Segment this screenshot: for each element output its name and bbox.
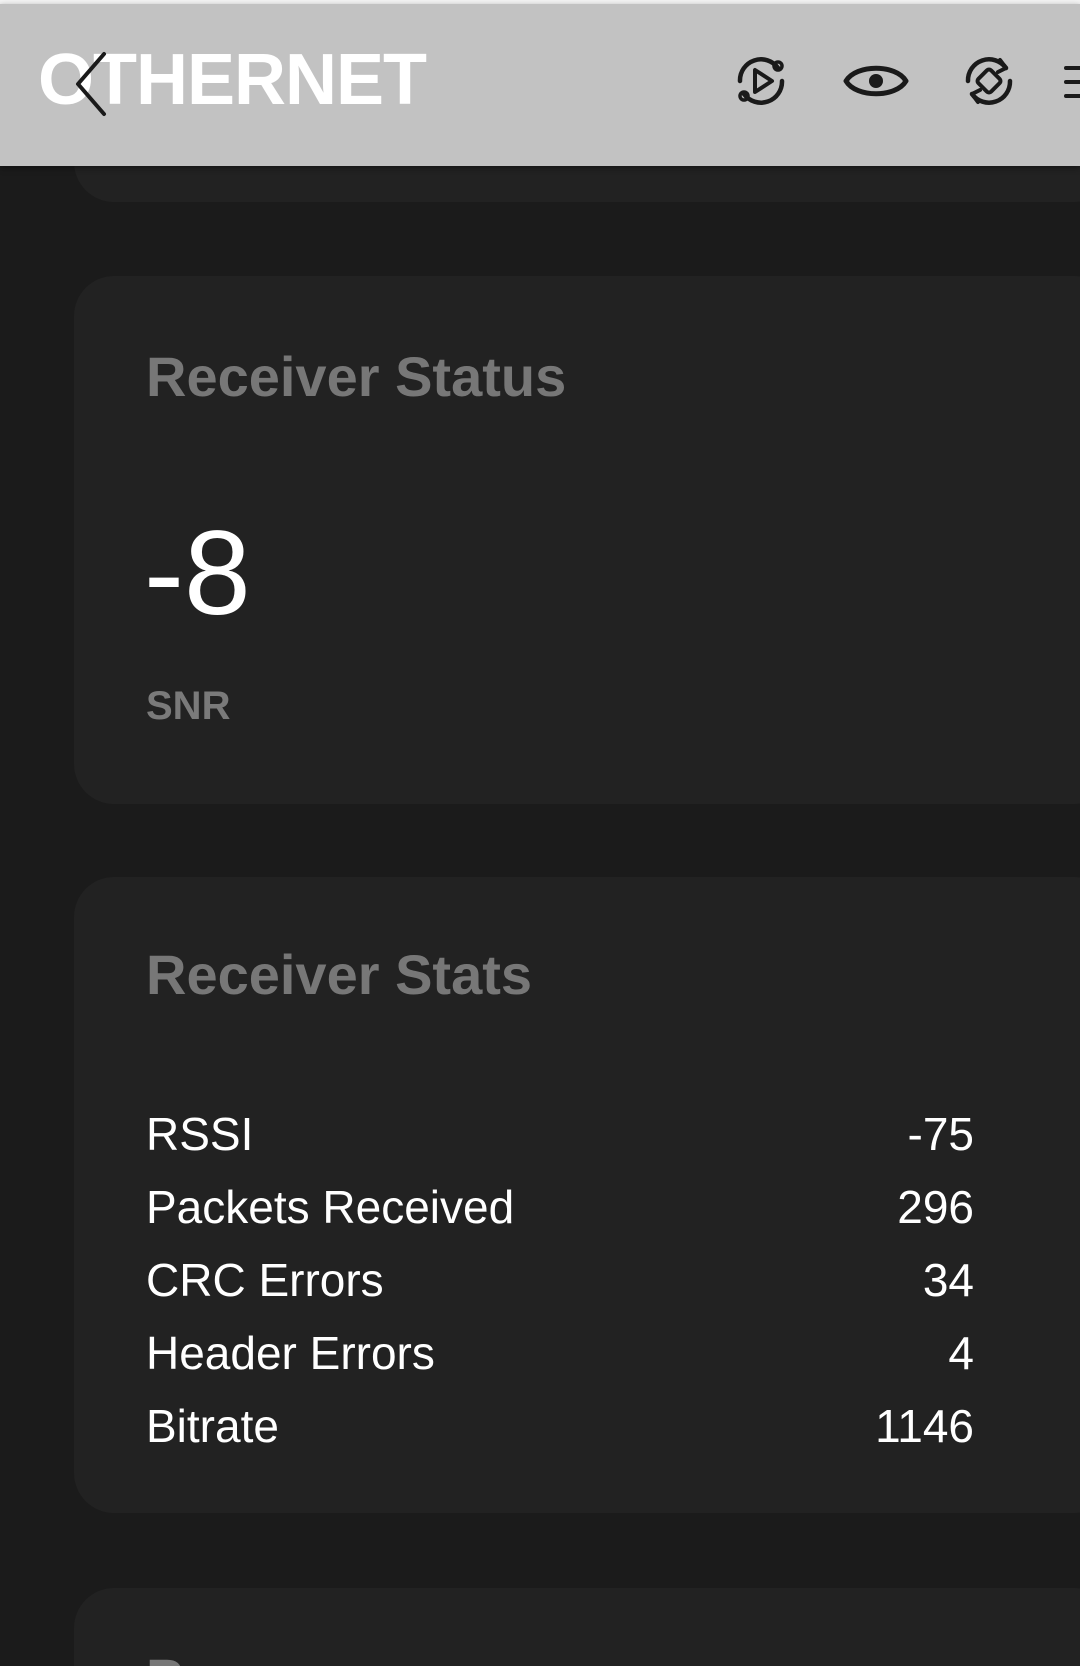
stat-label: Header Errors [146,1326,435,1379]
play-sync-icon [737,57,785,105]
stat-value: 296 [897,1180,974,1233]
receiver-stats-title: Receiver Stats [146,943,533,1006]
sync-diamond-icon [965,57,1013,105]
stat-label: Bitrate [146,1399,279,1452]
stat-label: CRC Errors [146,1253,384,1306]
app-screen: Receiver Status -8 SNR Receiver Stats RS… [0,0,1080,1666]
stat-value: 4 [948,1326,974,1379]
stat-value: 1146 [875,1399,974,1452]
receiver-stats-card: Receiver Stats RSSI -75 Packets Received… [74,877,1080,1513]
eye-button[interactable] [842,48,910,114]
play-sync-button[interactable] [728,48,794,114]
stat-value: -75 [907,1107,974,1160]
stat-label: RSSI [146,1107,254,1160]
stat-row-header-errors: Header Errors 4 [146,1316,974,1389]
receiver-status-card: Receiver Status -8 SNR [74,276,1080,804]
eye-icon [843,65,909,97]
app-header: OTHERNET [0,4,1080,166]
sync-diamond-button[interactable] [956,48,1022,114]
stat-row-packets-received: Packets Received 296 [146,1170,974,1243]
stats-list: RSSI -75 Packets Received 296 CRC Errors… [146,1097,974,1462]
menu-icon [1064,66,1080,98]
next-card: Pa... [74,1588,1080,1666]
next-card-title: Pa... [146,1646,261,1666]
snr-value: -8 [144,506,251,640]
stat-row-bitrate: Bitrate 1146 [146,1389,974,1462]
stat-row-crc-errors: CRC Errors 34 [146,1243,974,1316]
snr-label: SNR [146,684,231,728]
back-chevron-icon [76,52,106,116]
stat-row-rssi: RSSI -75 [146,1097,974,1170]
menu-button[interactable] [1062,62,1080,102]
stat-label: Packets Received [146,1180,515,1233]
receiver-status-title: Receiver Status [146,345,567,408]
stat-value: 34 [922,1253,974,1306]
back-button[interactable] [68,46,118,122]
